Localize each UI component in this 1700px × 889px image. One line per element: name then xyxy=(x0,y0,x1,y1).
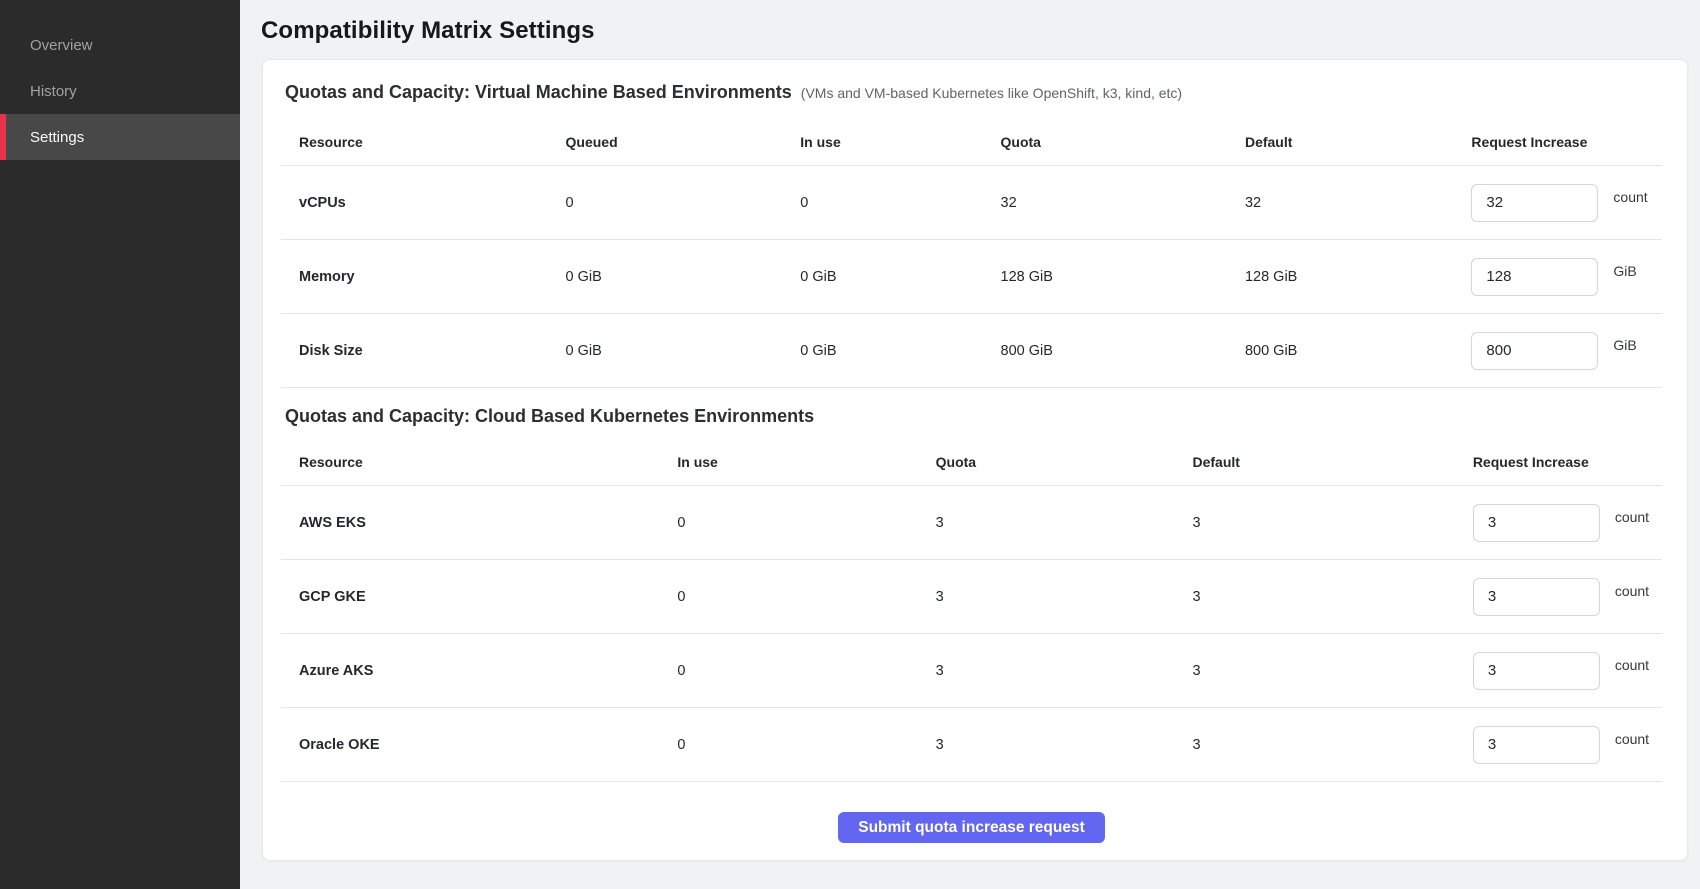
cell-value: 3 xyxy=(918,589,1175,605)
cell-value: 800 GiB xyxy=(983,343,1227,359)
table-row-memory: Memory0 GiB0 GiB128 GiB128 GiBGiB xyxy=(281,240,1662,314)
column-header-queued: Queued xyxy=(548,134,783,150)
sidebar-item-label: Settings xyxy=(30,129,84,146)
unit-label: count xyxy=(1615,731,1649,747)
sidebar-item-settings[interactable]: Settings xyxy=(0,114,240,160)
cell-value: 0 xyxy=(659,663,917,679)
request-increase-input[interactable] xyxy=(1471,332,1598,370)
table-row-gcp-gke: GCP GKE033count xyxy=(281,560,1662,634)
resource-name: vCPUs xyxy=(281,195,548,211)
active-indicator xyxy=(0,114,6,160)
cell-value: 0 xyxy=(782,195,982,211)
cell-value: 3 xyxy=(918,515,1175,531)
table-row-azure-aks: Azure AKS033count xyxy=(281,634,1662,708)
unit-label: count xyxy=(1615,509,1649,525)
main-content: Compatibility Matrix Settings Quotas and… xyxy=(240,0,1700,889)
cell-value: 800 GiB xyxy=(1227,343,1453,359)
submit-quota-increase-button[interactable]: Submit quota increase request xyxy=(838,812,1105,843)
cell-value: 0 GiB xyxy=(548,343,783,359)
resource-name: Azure AKS xyxy=(281,663,659,679)
column-header-resource: Resource xyxy=(281,134,548,150)
cell-value: 0 GiB xyxy=(782,269,982,285)
cell-value: 128 GiB xyxy=(1227,269,1453,285)
cell-value: 0 xyxy=(548,195,783,211)
resource-name: GCP GKE xyxy=(281,589,659,605)
cloud-k8s-quotas-section: Quotas and Capacity: Cloud Based Kuberne… xyxy=(281,406,1662,782)
request-increase-input[interactable] xyxy=(1473,652,1600,690)
unit-label: GiB xyxy=(1613,337,1636,353)
cell-value: 32 xyxy=(1227,195,1453,211)
resource-name: Oracle OKE xyxy=(281,737,659,753)
sidebar-item-overview[interactable]: Overview xyxy=(0,22,240,68)
cell-value: 0 xyxy=(659,515,917,531)
table-row-oracle-oke: Oracle OKE033count xyxy=(281,708,1662,782)
resource-name: Disk Size xyxy=(281,343,548,359)
cell-value: 3 xyxy=(1174,737,1454,753)
section-header: Quotas and Capacity: Virtual Machine Bas… xyxy=(281,82,1662,103)
cell-value: 0 xyxy=(659,589,917,605)
column-header-request-increase: Request Increase xyxy=(1453,134,1662,150)
request-increase-input[interactable] xyxy=(1473,504,1600,542)
page-title: Compatibility Matrix Settings xyxy=(240,0,1700,45)
resource-name: Memory xyxy=(281,269,548,285)
sidebar-item-label: History xyxy=(30,83,77,100)
column-header-quota: Quota xyxy=(918,454,1175,470)
request-increase-cell: GiB xyxy=(1453,332,1662,370)
column-header-resource: Resource xyxy=(281,454,659,470)
cell-value: 0 GiB xyxy=(548,269,783,285)
cell-value: 3 xyxy=(918,737,1175,753)
unit-label: count xyxy=(1615,657,1649,673)
cell-value: 3 xyxy=(1174,589,1454,605)
request-increase-cell: count xyxy=(1455,578,1662,616)
unit-label: count xyxy=(1613,189,1647,205)
vm-quotas-table: ResourceQueuedIn useQuotaDefaultRequest … xyxy=(281,119,1662,388)
request-increase-cell: count xyxy=(1455,726,1662,764)
column-header-in-use: In use xyxy=(782,134,982,150)
column-header-in-use: In use xyxy=(659,454,917,470)
cell-value: 0 GiB xyxy=(782,343,982,359)
sidebar: Overview History Settings xyxy=(0,0,240,889)
request-increase-input[interactable] xyxy=(1473,578,1600,616)
settings-card: Quotas and Capacity: Virtual Machine Bas… xyxy=(262,59,1688,861)
request-increase-input[interactable] xyxy=(1473,726,1600,764)
unit-label: GiB xyxy=(1613,263,1636,279)
column-header-default: Default xyxy=(1227,134,1453,150)
sidebar-item-label: Overview xyxy=(30,37,93,54)
request-increase-cell: count xyxy=(1453,184,1662,222)
table-row-aws-eks: AWS EKS033count xyxy=(281,486,1662,560)
request-increase-input[interactable] xyxy=(1471,258,1598,296)
request-increase-cell: count xyxy=(1455,652,1662,690)
table-row-vcpus: vCPUs003232count xyxy=(281,166,1662,240)
column-header-default: Default xyxy=(1174,454,1454,470)
sidebar-item-history[interactable]: History xyxy=(0,68,240,114)
cell-value: 3 xyxy=(1174,663,1454,679)
table-body: AWS EKS033countGCP GKE033countAzure AKS0… xyxy=(281,486,1662,782)
cell-value: 3 xyxy=(1174,515,1454,531)
cell-value: 32 xyxy=(983,195,1227,211)
section-header: Quotas and Capacity: Cloud Based Kuberne… xyxy=(281,406,1662,427)
cell-value: 3 xyxy=(918,663,1175,679)
cell-value: 128 GiB xyxy=(983,269,1227,285)
request-increase-cell: GiB xyxy=(1453,258,1662,296)
table-body: vCPUs003232countMemory0 GiB0 GiB128 GiB1… xyxy=(281,166,1662,388)
request-increase-input[interactable] xyxy=(1471,184,1598,222)
cloud-k8s-quotas-table: ResourceIn useQuotaDefaultRequest Increa… xyxy=(281,439,1662,782)
column-header-quota: Quota xyxy=(983,134,1227,150)
request-increase-cell: count xyxy=(1455,504,1662,542)
submit-area: Submit quota increase request xyxy=(281,782,1662,844)
section-subtitle: (VMs and VM-based Kubernetes like OpenSh… xyxy=(801,85,1182,101)
cell-value: 0 xyxy=(659,737,917,753)
section-title: Quotas and Capacity: Virtual Machine Bas… xyxy=(285,82,792,103)
table-header-row: ResourceQueuedIn useQuotaDefaultRequest … xyxy=(281,119,1662,166)
unit-label: count xyxy=(1615,583,1649,599)
table-header-row: ResourceIn useQuotaDefaultRequest Increa… xyxy=(281,439,1662,486)
column-header-request-increase: Request Increase xyxy=(1455,454,1662,470)
vm-quotas-section: Quotas and Capacity: Virtual Machine Bas… xyxy=(281,82,1662,388)
section-title: Quotas and Capacity: Cloud Based Kuberne… xyxy=(285,406,814,427)
resource-name: AWS EKS xyxy=(281,515,659,531)
table-row-disk-size: Disk Size0 GiB0 GiB800 GiB800 GiBGiB xyxy=(281,314,1662,388)
